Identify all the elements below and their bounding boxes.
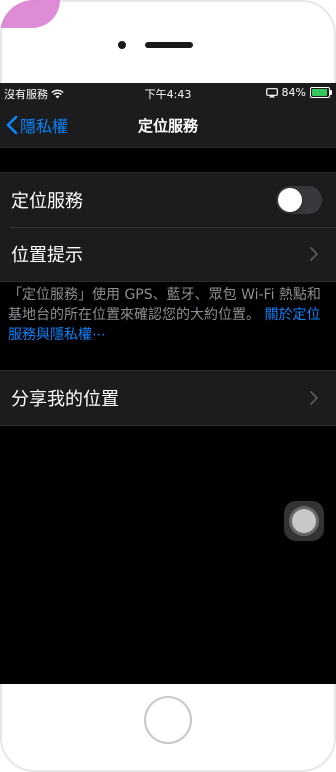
screen: 沒有服務 下午4:43 84% 隱私權 定位服務 定位服務 位置提示 「定位服務… (0, 83, 336, 684)
screen-mirroring-icon (265, 87, 278, 97)
location-services-row: 定位服務 (0, 173, 336, 227)
location-settings-group: 定位服務 位置提示 (0, 172, 336, 282)
assistive-touch-inner (292, 509, 316, 533)
page-title: 定位服務 (137, 117, 198, 135)
battery-icon (310, 87, 332, 98)
location-services-description: 「定位服務」使用 GPS、藍牙、眾包 Wi-Fi 熱點和基地台的所在位置來確認您… (8, 285, 326, 345)
navigation-bar: 隱私權 定位服務 (0, 103, 336, 148)
share-location-label: 分享我的位置 (11, 389, 119, 410)
status-bar: 沒有服務 下午4:43 84% (0, 83, 336, 103)
share-location-row[interactable]: 分享我的位置 (0, 371, 336, 425)
share-location-group: 分享我的位置 (0, 370, 336, 426)
battery-fill (312, 89, 328, 96)
home-button[interactable] (144, 696, 192, 744)
chevron-right-icon (310, 247, 318, 261)
location-services-toggle[interactable] (276, 186, 322, 214)
device-frame: 沒有服務 下午4:43 84% 隱私權 定位服務 定位服務 位置提示 「定位服務… (0, 0, 336, 772)
status-right: 84% (265, 86, 332, 99)
front-camera (118, 41, 126, 49)
location-alerts-label: 位置提示 (11, 245, 83, 266)
battery-percent: 84% (281, 86, 306, 99)
location-alerts-row[interactable]: 位置提示 (0, 227, 336, 281)
toggle-knob (278, 188, 302, 212)
location-services-label: 定位服務 (11, 191, 83, 212)
earpiece-speaker (145, 42, 193, 48)
wallpaper-corner (0, 0, 60, 28)
assistive-touch-icon[interactable] (284, 501, 324, 541)
chevron-right-icon (310, 391, 318, 405)
